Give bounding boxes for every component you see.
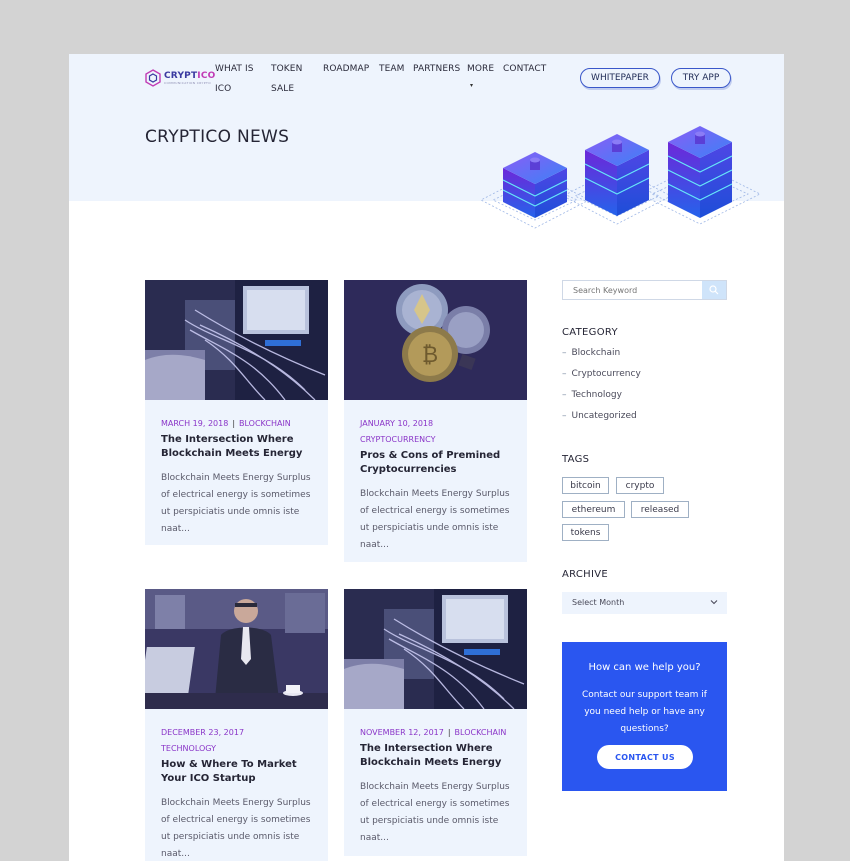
post-excerpt: Blockchain Meets Energy Surplus of elect… (161, 473, 311, 534)
svg-text:₿: ₿ (422, 343, 438, 368)
businessman-laptop-photo (145, 589, 328, 709)
nav-roadmap[interactable]: ROADMAP (323, 59, 369, 79)
post-title[interactable]: The Intersection Where Blockchain Meets … (161, 433, 321, 461)
archive-heading: ARCHIVE (562, 569, 609, 580)
post-category[interactable]: CRYPTOCURRENCY (360, 432, 520, 448)
post-date[interactable]: DECEMBER 23, 2017 (161, 728, 244, 737)
post-category[interactable]: BLOCKCHAIN (239, 419, 291, 428)
logo-name: CRYPTICO (164, 70, 216, 81)
category-item-uncategorized[interactable]: – Uncategorized (562, 411, 637, 421)
post-meta: NOVEMBER 12, 2017 | BLOCKCHAIN (360, 728, 507, 737)
category-item-technology[interactable]: – Technology (562, 390, 622, 400)
nav-contact[interactable]: CONTACT (503, 59, 546, 79)
post-image[interactable] (344, 589, 527, 709)
help-box: How can we help you? Contact our support… (562, 642, 727, 791)
post-category[interactable]: TECHNOLOGY (161, 741, 321, 757)
post-title[interactable]: Pros & Cons of Premined Cryptocurrencies (360, 449, 520, 477)
tag-released[interactable]: released (631, 501, 689, 518)
logo-name-a: CRYPT (164, 70, 198, 81)
tags-heading: TAGS (562, 454, 590, 465)
nav-team[interactable]: TEAM (379, 59, 405, 79)
post-date[interactable]: JANUARY 10, 2018 (360, 419, 433, 428)
category-item-cryptocurrency[interactable]: – Cryptocurrency (562, 369, 641, 379)
block-3 (667, 126, 733, 218)
post-card[interactable]: NOVEMBER 12, 2017 | BLOCKCHAIN The Interse… (344, 589, 527, 856)
search-input[interactable] (563, 281, 703, 299)
contact-us-button[interactable]: CONTACT US (597, 745, 693, 769)
post-title[interactable]: The Intersection Where Blockchain Meets … (360, 742, 520, 770)
post-meta: JANUARY 10, 2018 (360, 416, 520, 432)
post-image[interactable] (145, 280, 328, 400)
post-excerpt: Blockchain Meets Energy Surplus of elect… (161, 798, 311, 859)
help-text: Contact our support team if you need hel… (582, 690, 707, 734)
isometric-blocks-illustration (480, 126, 761, 229)
crypto-coins-photo: ₿ (344, 280, 527, 400)
chevron-down-icon (710, 600, 718, 605)
category-label: Uncategorized (571, 411, 637, 421)
whitepaper-button[interactable]: WHITEPAPER (580, 68, 660, 88)
block-1 (502, 152, 568, 218)
post-meta: DECEMBER 23, 2017 (161, 725, 321, 741)
search-icon (709, 285, 719, 295)
post-meta: MARCH 19, 2018 | BLOCKCHAIN (161, 419, 291, 428)
logo-name-b: ICO (197, 70, 216, 81)
post-card[interactable]: MARCH 19, 2018 | BLOCKCHAIN The Intersecti… (145, 280, 328, 545)
post-excerpt: Blockchain Meets Energy Surplus of elect… (360, 782, 510, 843)
category-label: Technology (571, 390, 622, 400)
logo-tagline: COMMUNICATION CRYPTO (164, 80, 211, 85)
category-item-blockchain[interactable]: – Blockchain (562, 348, 620, 358)
archive-select-value: Select Month (572, 598, 625, 607)
category-heading: CATEGORY (562, 327, 618, 338)
page: CRYPTICO COMMUNICATION CRYPTO WHAT IS IC… (69, 54, 784, 861)
tag-crypto[interactable]: crypto (616, 477, 664, 494)
nav-token-sale[interactable]: TOKEN SALE (271, 59, 311, 99)
nav-partners[interactable]: PARTNERS (413, 59, 460, 79)
nav-more[interactable]: MORE (467, 59, 494, 79)
more-caret-icon[interactable]: ▾ (470, 82, 473, 89)
search-box (562, 280, 727, 300)
category-label: Cryptocurrency (571, 369, 641, 379)
search-button[interactable] (702, 281, 726, 299)
logo-icon (145, 69, 161, 87)
server-cables-photo (145, 280, 328, 400)
post-date[interactable]: MARCH 19, 2018 (161, 419, 228, 428)
post-card[interactable]: DECEMBER 23, 2017 TECHNOLOGY How & Where… (145, 589, 328, 861)
tag-ethereum[interactable]: ethereum (562, 501, 625, 518)
tag-tokens[interactable]: tokens (562, 524, 609, 541)
post-image[interactable]: ₿ (344, 280, 527, 400)
help-title: How can we help you? (588, 662, 701, 673)
nav-what-is-ico[interactable]: WHAT IS ICO (215, 59, 259, 99)
post-card[interactable]: ₿ JANUARY 10, 2018 CRYPTOCURRENCY Pros &… (344, 280, 527, 562)
category-label: Blockchain (571, 348, 621, 358)
page-title: CRYPTICO NEWS (145, 127, 290, 147)
try-app-button[interactable]: TRY APP (671, 68, 731, 88)
post-excerpt: Blockchain Meets Energy Surplus of elect… (360, 489, 510, 550)
archive-select[interactable]: Select Month (562, 592, 727, 614)
post-image[interactable] (145, 589, 328, 709)
server-cables-photo (344, 589, 527, 709)
block-2 (584, 134, 650, 216)
post-category[interactable]: BLOCKCHAIN (455, 728, 507, 737)
post-title[interactable]: How & Where To Market Your ICO Startup (161, 758, 321, 786)
tag-bitcoin[interactable]: bitcoin (562, 477, 609, 494)
brand-logo[interactable]: CRYPTICO COMMUNICATION CRYPTO (145, 69, 216, 87)
post-date[interactable]: NOVEMBER 12, 2017 (360, 728, 444, 737)
